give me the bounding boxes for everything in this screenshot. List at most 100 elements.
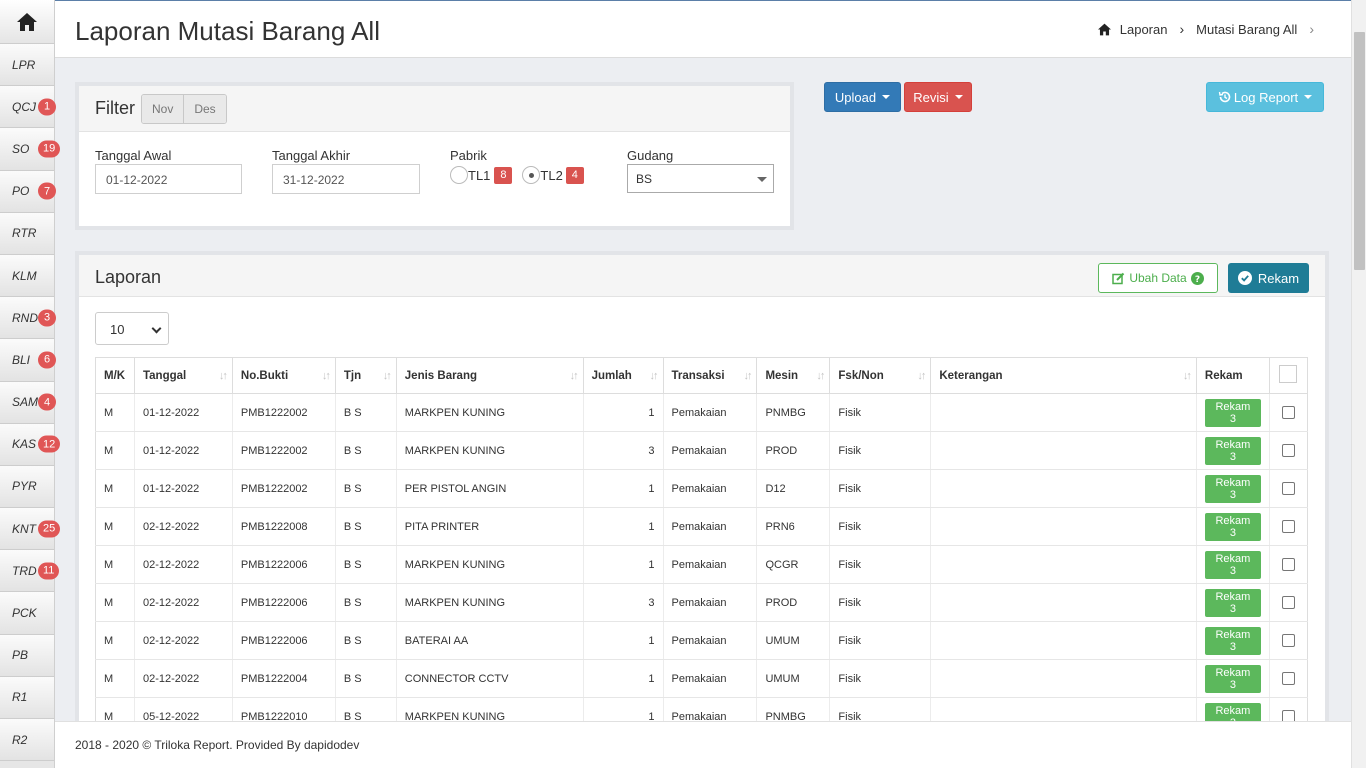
sidebar-item-label: LPR: [12, 57, 36, 72]
sidebar-item-pb[interactable]: PB: [0, 634, 54, 677]
rekam-badge[interactable]: Rekam 3: [1204, 512, 1261, 541]
cell-transaksi: Pemakaian: [662, 697, 757, 721]
cell-transaksi: Pemakaian: [662, 431, 757, 470]
row-checkbox[interactable]: [1281, 444, 1295, 457]
row-checkbox[interactable]: [1281, 482, 1295, 495]
scrollbar-thumb[interactable]: [1354, 32, 1365, 270]
sidebar-badge: 19: [38, 140, 61, 158]
cell-tanggal: 01-12-2022: [133, 393, 233, 432]
sidebar-item-klm[interactable]: KLM: [0, 254, 54, 298]
table-row[interactable]: M 02-12-2022 PMB1222008 B S PITA PRINTER 1 Pem…: [95, 507, 1309, 546]
pabrik-tl1-radio[interactable]: [450, 166, 468, 184]
sidebar-home[interactable]: [0, 0, 54, 44]
table-row[interactable]: M 02-12-2022 PMB1222006 B S BATERAI AA 1 Pemak…: [95, 621, 1309, 660]
sidebar-item-pck[interactable]: PCK: [0, 592, 54, 635]
sidebar-badge: 12: [38, 435, 61, 453]
sidebar-item-knt[interactable]: KNT 25: [0, 508, 61, 551]
sort-icon: ↓↑: [569, 370, 579, 382]
tanggal-awal-input[interactable]: 01-12-2022: [95, 164, 242, 194]
page-scrollbar[interactable]: [1351, 0, 1366, 768]
pabrik-tl1-count: 8: [494, 166, 513, 184]
column-header[interactable]: No.Bukti ↓↑: [231, 357, 336, 394]
cell-rekam: Rekam 3: [1195, 393, 1270, 432]
rekam-badge[interactable]: Rekam 3: [1204, 398, 1261, 427]
row-checkbox[interactable]: [1281, 406, 1295, 419]
sidebar-item-sam[interactable]: SAM 4: [0, 381, 56, 424]
table-row[interactable]: M 01-12-2022 PMB1222002 B S MARKPEN KUNING 3 P…: [95, 431, 1309, 470]
sidebar-item-r2[interactable]: R2: [0, 719, 54, 762]
table-row[interactable]: M 02-12-2022 PMB1222006 B S MARKPEN KUNING 3 P…: [95, 583, 1309, 622]
column-header-label: Fsk/Non: [838, 369, 884, 382]
revisi-button[interactable]: Revisi: [904, 82, 972, 112]
row-checkbox[interactable]: [1281, 596, 1295, 609]
cell-select: [1268, 697, 1309, 721]
gudang-select[interactable]: BS: [627, 164, 774, 193]
page-length-select[interactable]: 10: [95, 312, 169, 345]
sidebar-item-r1[interactable]: R1: [0, 676, 54, 719]
svg-text:?: ?: [1195, 275, 1200, 285]
column-header[interactable]: Mesin ↓↑: [756, 357, 831, 394]
sidebar-item-pyr[interactable]: PYR: [0, 465, 54, 509]
rekam-badge[interactable]: Rekam 3: [1204, 626, 1261, 655]
table-row[interactable]: M 05-12-2022 PMB1222010 B S MARKPEN KUNING 1 P…: [95, 697, 1309, 721]
rekam-badge[interactable]: Rekam 3: [1204, 436, 1261, 465]
sidebar-item-label: SO: [12, 141, 30, 156]
rekam-badge[interactable]: Rekam 3: [1204, 474, 1261, 503]
pabrik-tl2-radio[interactable]: [522, 166, 541, 184]
row-checkbox[interactable]: [1281, 634, 1295, 647]
select-all-header: [1268, 357, 1309, 394]
sidebar-item-label: R1: [12, 690, 28, 705]
cell-mesin: PROD: [756, 431, 830, 470]
cell-mk: M: [95, 545, 135, 584]
row-checkbox[interactable]: [1281, 558, 1295, 571]
column-header[interactable]: Tjn ↓↑: [334, 357, 397, 394]
sidebar-item-trd[interactable]: TRD 11: [0, 550, 60, 593]
sidebar-item-lpr[interactable]: LPR: [0, 44, 54, 87]
sidebar-item-rnd[interactable]: RND 3: [0, 297, 56, 340]
column-header[interactable]: Transaksi ↓↑: [662, 357, 758, 394]
table-row[interactable]: M 02-12-2022 PMB1222006 B S MARKPEN KUNING 1 P…: [95, 545, 1309, 584]
cell-bukti: PMB1222006: [231, 621, 336, 660]
sort-icon: ↓↑: [743, 370, 752, 382]
row-checkbox[interactable]: [1281, 520, 1295, 533]
row-checkbox[interactable]: [1281, 672, 1295, 685]
column-header[interactable]: Jenis Barang ↓↑: [395, 357, 584, 394]
cell-bukti: PMB1222002: [231, 393, 336, 432]
tanggal-akhir-label: Tanggal Akhir: [272, 148, 351, 163]
cell-jumlah: 1: [582, 545, 663, 584]
cell-select: [1268, 659, 1309, 698]
sidebar-item-rtr[interactable]: RTR: [0, 212, 54, 255]
log-report-button[interactable]: Log Report: [1206, 82, 1324, 112]
row-checkbox[interactable]: [1281, 710, 1295, 721]
table-row[interactable]: M 02-12-2022 PMB1222004 B S CONNECTOR CCTV 1 P…: [95, 659, 1309, 698]
rekam-badge[interactable]: Rekam 3: [1204, 550, 1261, 579]
ubah-data-button[interactable]: Ubah Data ?: [1098, 263, 1218, 293]
month-nov-button[interactable]: Nov: [142, 94, 185, 123]
table-row[interactable]: M 01-12-2022 PMB1222002 B S PER PISTOL ANGIN…: [95, 469, 1309, 508]
tanggal-akhir-input[interactable]: 31-12-2022: [272, 164, 420, 194]
table-row[interactable]: M 01-12-2022 PMB1222002 B S MARKPEN KUNING 1 P…: [95, 393, 1309, 432]
column-header[interactable]: Tanggal ↓↑: [133, 357, 233, 394]
upload-button[interactable]: Upload: [824, 82, 901, 112]
rekam-badge[interactable]: Rekam 3: [1204, 588, 1261, 617]
cell-ket: [930, 431, 1197, 470]
column-header[interactable]: Keterangan ↓↑: [930, 357, 1197, 394]
cell-mesin: PNMBG: [756, 697, 830, 721]
month-des-button[interactable]: Des: [184, 94, 226, 123]
column-header[interactable]: Jumlah ↓↑: [582, 357, 664, 394]
rekam-badge[interactable]: Rekam 3: [1204, 664, 1261, 693]
select-all-checkbox[interactable]: [1279, 365, 1298, 383]
rekam-badge[interactable]: Rekam 3: [1204, 702, 1261, 721]
sidebar-item-qcj[interactable]: QCJ 1: [0, 86, 56, 129]
sidebar-item-bli[interactable]: BLI 6: [0, 339, 56, 382]
column-header[interactable]: Fsk/Non ↓↑: [829, 357, 932, 394]
cell-tjn: B S: [334, 659, 397, 698]
rekam-button[interactable]: Rekam: [1228, 263, 1309, 293]
sidebar-item-so[interactable]: SO 19: [0, 128, 61, 171]
breadcrumb-laporan[interactable]: Laporan: [1120, 22, 1168, 37]
sidebar-item-po[interactable]: PO 7: [0, 170, 56, 213]
cell-jumlah: 1: [582, 469, 663, 508]
sidebar-item-kas[interactable]: KAS 12: [0, 423, 61, 466]
cell-tjn: B S: [334, 507, 397, 546]
log-report-label: Log Report: [1233, 89, 1299, 105]
